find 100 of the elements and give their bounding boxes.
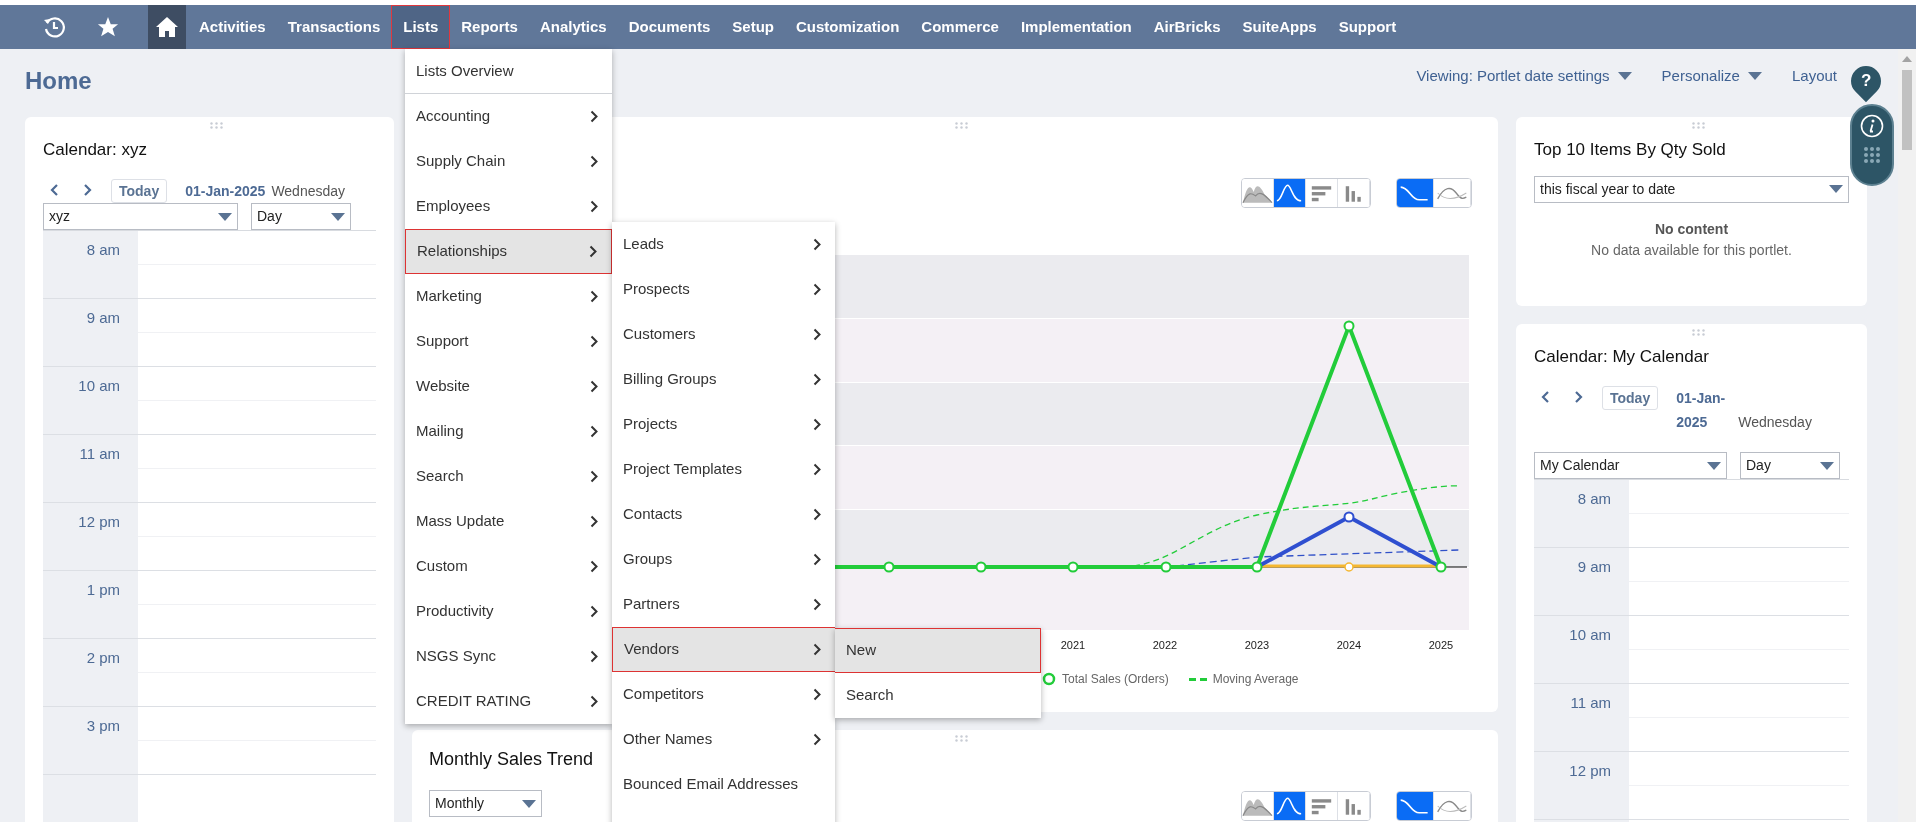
menu-item[interactable]: Customers (612, 312, 835, 357)
time-slot[interactable]: 3 pm (43, 707, 376, 775)
nav-menu-item[interactable]: AirBricks (1142, 5, 1232, 49)
menu-item[interactable]: New (835, 628, 1041, 673)
chevron-right-icon (813, 688, 821, 701)
scrollbar-thumb[interactable] (1902, 70, 1912, 150)
menu-item[interactable]: CREDIT RATING (405, 679, 612, 724)
menu-item[interactable]: Competitors (612, 672, 835, 717)
chart-style-button[interactable] (1397, 792, 1434, 820)
time-slot[interactable]: 10 am (43, 367, 376, 435)
nav-menu-item[interactable]: Documents (617, 5, 722, 49)
chart-style-button[interactable] (1242, 792, 1274, 820)
nav-menu-item[interactable]: Analytics (528, 5, 618, 49)
time-slot[interactable]: 2 pm (43, 639, 376, 707)
today-button[interactable]: Today (1602, 386, 1659, 410)
nav-menu-item[interactable]: Implementation (1009, 5, 1143, 49)
drag-handle-icon (1691, 122, 1705, 129)
nav-menu-item[interactable]: Activities (188, 5, 277, 49)
header-link[interactable]: Personalize (1661, 64, 1740, 88)
chevron-right-icon (590, 155, 598, 168)
chevron-right-icon (813, 733, 821, 746)
nav-menu-item[interactable]: Reports (450, 5, 529, 49)
chevron-right-icon (590, 110, 598, 123)
chevron-right-icon (590, 650, 598, 663)
nav-menu-item[interactable]: Setup (721, 5, 785, 49)
dropdown-select[interactable]: My Calendar (1534, 452, 1727, 479)
nav-menu-item[interactable]: SuiteApps (1231, 5, 1328, 49)
dropdown-select[interactable]: Day (1740, 452, 1840, 479)
chevron-right-icon (590, 515, 598, 528)
caret-down-icon (522, 799, 536, 808)
menu-item[interactable]: Search (405, 454, 612, 499)
menu-item[interactable]: Leads (612, 222, 835, 267)
menu-item[interactable]: Groups (612, 537, 835, 582)
home-button[interactable] (148, 5, 186, 49)
time-slot[interactable]: 11 am (43, 435, 376, 503)
menu-item[interactable]: Billing Groups (612, 357, 835, 402)
time-slot[interactable]: 10 am (1534, 616, 1849, 684)
portlet-title: Calendar: My Calendar (1534, 346, 1710, 368)
hour-label: 9 am (86, 309, 120, 326)
chart-style-button[interactable] (1434, 179, 1471, 207)
menu-item[interactable]: Website (405, 364, 612, 409)
menu-item[interactable]: Marketing (405, 274, 612, 319)
menu-item[interactable]: Project Templates (612, 447, 835, 492)
time-slot[interactable]: 8 am (1534, 480, 1849, 548)
menu-item[interactable]: Accounting (405, 94, 612, 139)
menu-item[interactable]: Lists Overview (405, 49, 612, 94)
time-slot[interactable]: 8 am (43, 231, 376, 299)
drag-handle-icon (1691, 329, 1705, 336)
menu-item[interactable]: Bounced Email Addresses (612, 762, 835, 807)
time-slot[interactable]: 12 pm (43, 503, 376, 571)
menu-item[interactable]: Prospects (612, 267, 835, 312)
chevron-right-icon (813, 553, 821, 566)
chart-style-button[interactable] (1397, 179, 1434, 207)
dropdown-select[interactable]: xyz (43, 203, 238, 230)
caret-down-icon (331, 212, 345, 221)
menu-item[interactable]: Productivity (405, 589, 612, 634)
menu-item[interactable]: Projects (612, 402, 835, 447)
menu-item[interactable]: Employees (405, 184, 612, 229)
menu-item[interactable]: Search (835, 673, 1041, 718)
nav-menu-item[interactable]: Transactions (276, 5, 392, 49)
chevron-right-icon (813, 373, 821, 386)
nav-menu-item[interactable]: Lists (391, 5, 451, 49)
drag-handle-icon (955, 122, 968, 129)
chevron-right-icon (590, 290, 598, 303)
header-link[interactable]: Viewing: Portlet date settings (1416, 64, 1610, 88)
menu-item[interactable]: Vendors (612, 627, 835, 672)
header-link[interactable]: Layout (1791, 64, 1837, 88)
menu-item[interactable]: Mailing (405, 409, 612, 454)
empty-message: No data available for this portlet. (1591, 240, 1792, 260)
dropdown-select[interactable]: Monthly (429, 790, 542, 817)
time-slot[interactable]: 9 am (1534, 548, 1849, 616)
menu-item[interactable]: Other Names (612, 717, 835, 762)
scroll-up-icon[interactable] (1902, 54, 1912, 62)
axis-label: 2025 (1427, 638, 1455, 653)
time-slot[interactable]: 11 am (1534, 684, 1849, 752)
menu-item[interactable]: Supply Chain (405, 139, 612, 184)
chart-style-button[interactable] (1274, 179, 1306, 207)
nav-menu-item[interactable]: Commerce (910, 5, 1010, 49)
time-slot[interactable]: 9 am (43, 299, 376, 367)
hour-label: 10 am (1569, 626, 1611, 643)
menu-item[interactable]: Mass Update (405, 499, 612, 544)
chart-style-button[interactable] (1434, 792, 1471, 820)
menu-item[interactable]: Relationships (405, 229, 612, 274)
menu-item[interactable]: Custom (405, 544, 612, 589)
dropdown-select[interactable]: this fiscal year to date (1534, 175, 1849, 203)
nav-menu-item[interactable]: Customization (785, 5, 911, 49)
menu-item[interactable]: NSGS Sync (405, 634, 612, 679)
menu-item[interactable]: Support (405, 319, 612, 364)
chart-style-button[interactable] (1274, 792, 1306, 820)
dropdown-select[interactable]: Day (251, 203, 351, 230)
menu-item[interactable]: Partners (612, 582, 835, 627)
info-icon[interactable] (1860, 114, 1884, 138)
hour-label: 2 pm (86, 649, 120, 666)
apps-grid-icon[interactable] (1863, 146, 1881, 164)
menu-item[interactable]: Contacts (612, 492, 835, 537)
time-slot[interactable]: 1 pm (43, 571, 376, 639)
nav-menu-item[interactable]: Support (1327, 5, 1408, 49)
chart-style-button[interactable] (1242, 179, 1274, 207)
time-slot[interactable]: 12 pm (1534, 752, 1849, 820)
chevron-right-icon (590, 380, 598, 393)
